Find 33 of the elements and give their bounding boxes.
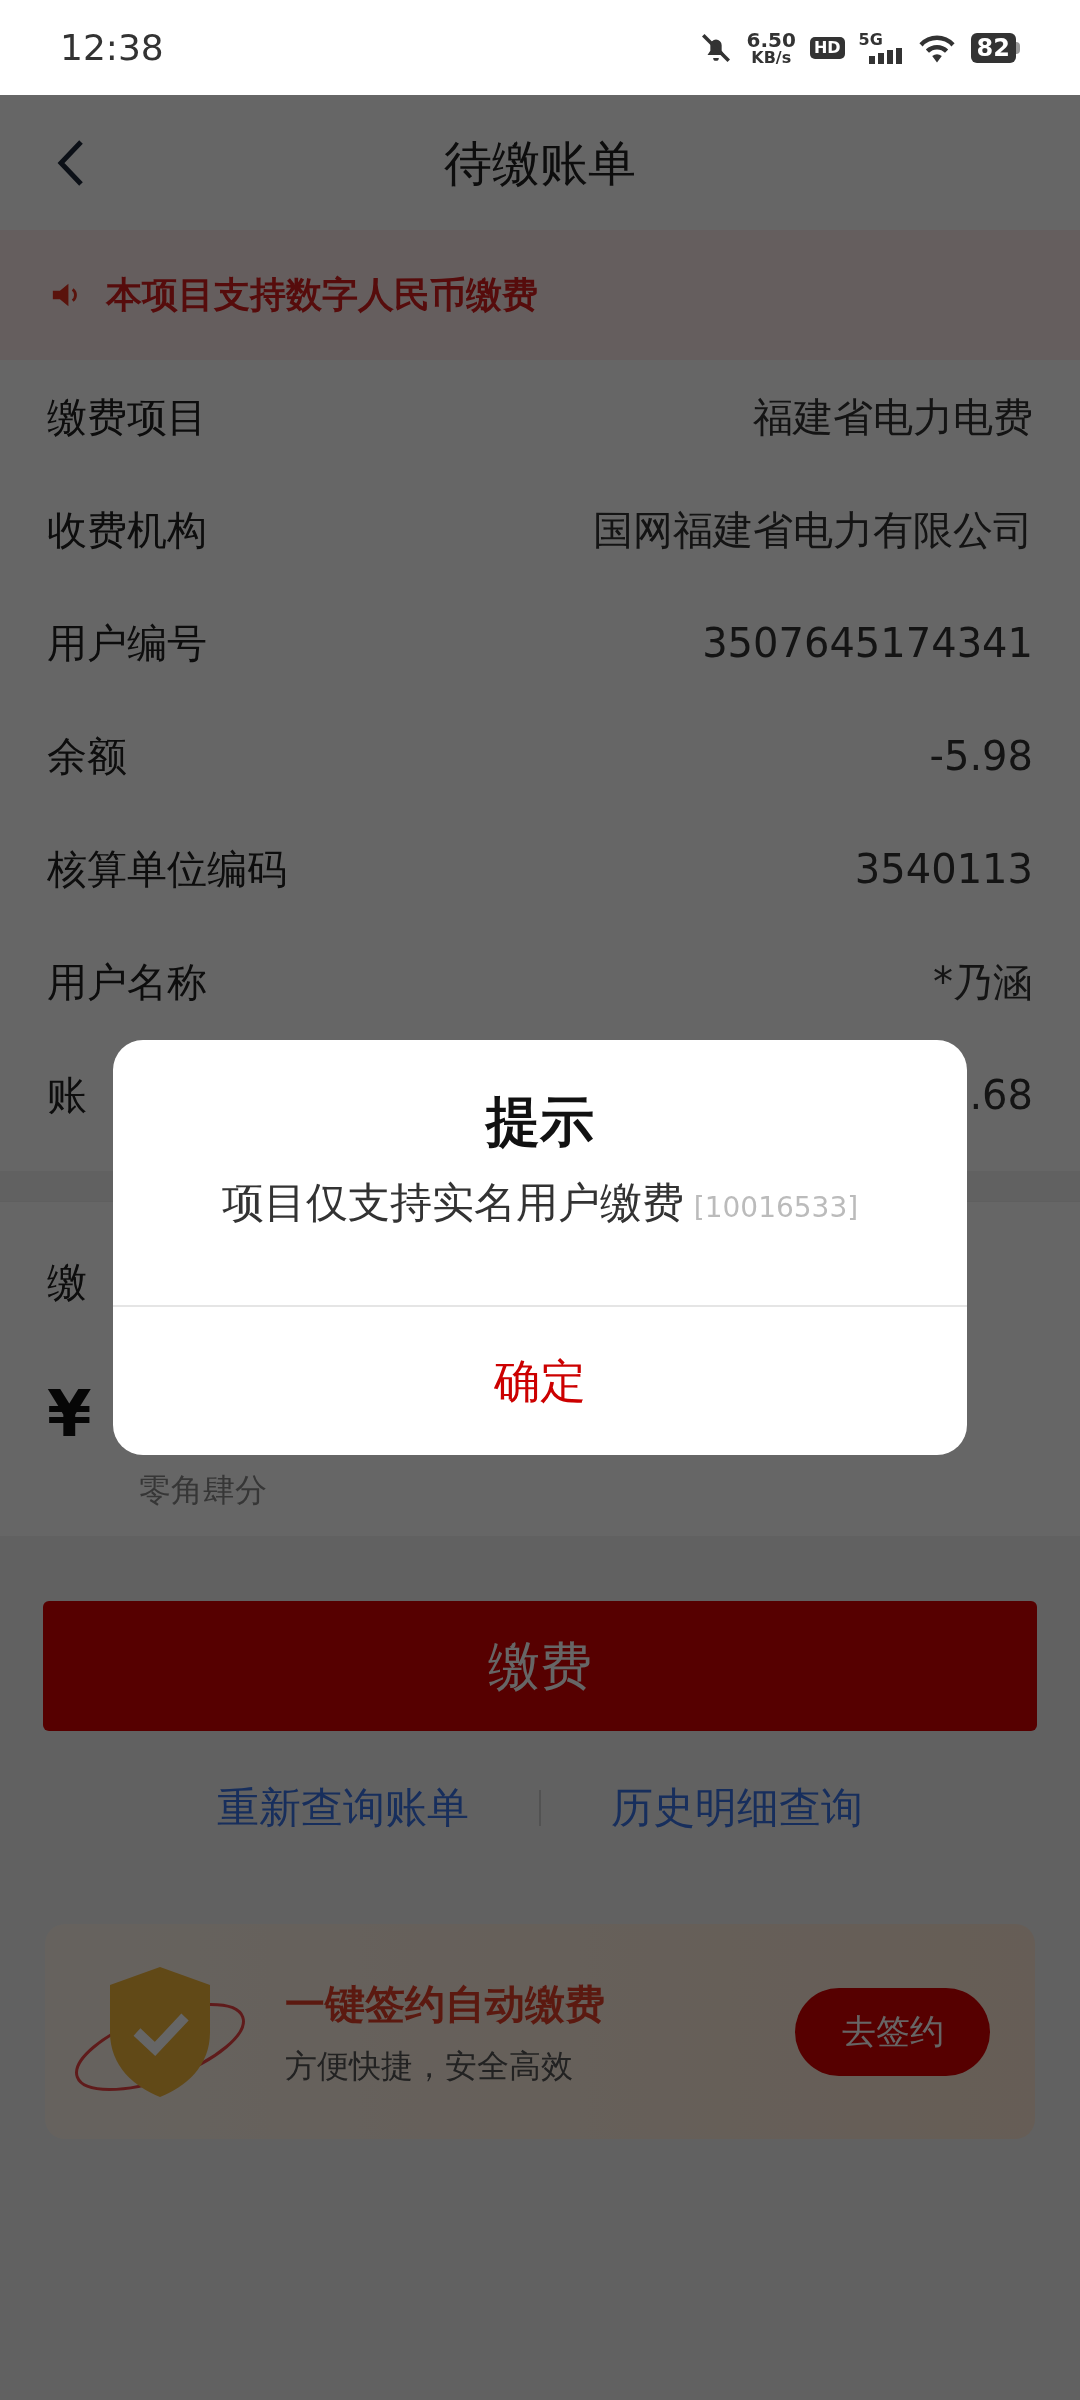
detail-label: 用户名称 — [47, 957, 207, 1007]
detail-label: 账 — [47, 1070, 87, 1120]
hd-badge: HD — [809, 36, 845, 59]
history-detail-link[interactable]: 历史明细查询 — [611, 1776, 863, 1839]
detail-value: .68 — [969, 1070, 1033, 1120]
network-type: 5G — [858, 31, 884, 48]
detail-label: 收费机构 — [47, 505, 207, 555]
net-speed: 6.50 — [746, 29, 796, 50]
banner-subtitle: 方便快捷，安全高效 — [285, 2045, 574, 2087]
detail-label: 用户编号 — [47, 618, 207, 668]
currency-symbol: ¥ — [47, 1382, 93, 1446]
dialog-message: 项目仅支持实名用户缴费 — [221, 1177, 684, 1229]
sign-up-button[interactable]: 去签约 — [795, 1987, 990, 2076]
detail-value: 3540113 — [854, 844, 1033, 894]
notice-text: 本项目支持数字人民币缴费 — [106, 273, 538, 317]
detail-value: *乃涵 — [933, 957, 1033, 1007]
pay-button[interactable]: 缴费 — [43, 1601, 1037, 1731]
detail-value: 3507645174341 — [702, 618, 1033, 668]
dialog-title: 提示 — [486, 1095, 594, 1149]
requery-bill-link[interactable]: 重新查询账单 — [217, 1776, 469, 1839]
detail-value: 国网福建省电力有限公司 — [593, 505, 1033, 555]
detail-label: 核算单位编码 — [47, 844, 287, 894]
confirm-button[interactable]: 确定 — [113, 1307, 967, 1455]
payment-label: 缴 — [47, 1258, 88, 1307]
detail-value: 福建省电力电费 — [753, 392, 1033, 442]
net-speed-unit: KB/s — [751, 49, 792, 66]
detail-label: 缴费项目 — [47, 392, 207, 442]
detail-value: -5.98 — [929, 731, 1033, 781]
page-title: 待缴账单 — [444, 133, 636, 193]
detail-label: 余额 — [47, 731, 127, 781]
banner-title: 一键签约自动缴费 — [285, 1979, 606, 2029]
status-time: 12:38 — [60, 25, 164, 70]
error-code: [10016533] — [693, 1190, 859, 1226]
